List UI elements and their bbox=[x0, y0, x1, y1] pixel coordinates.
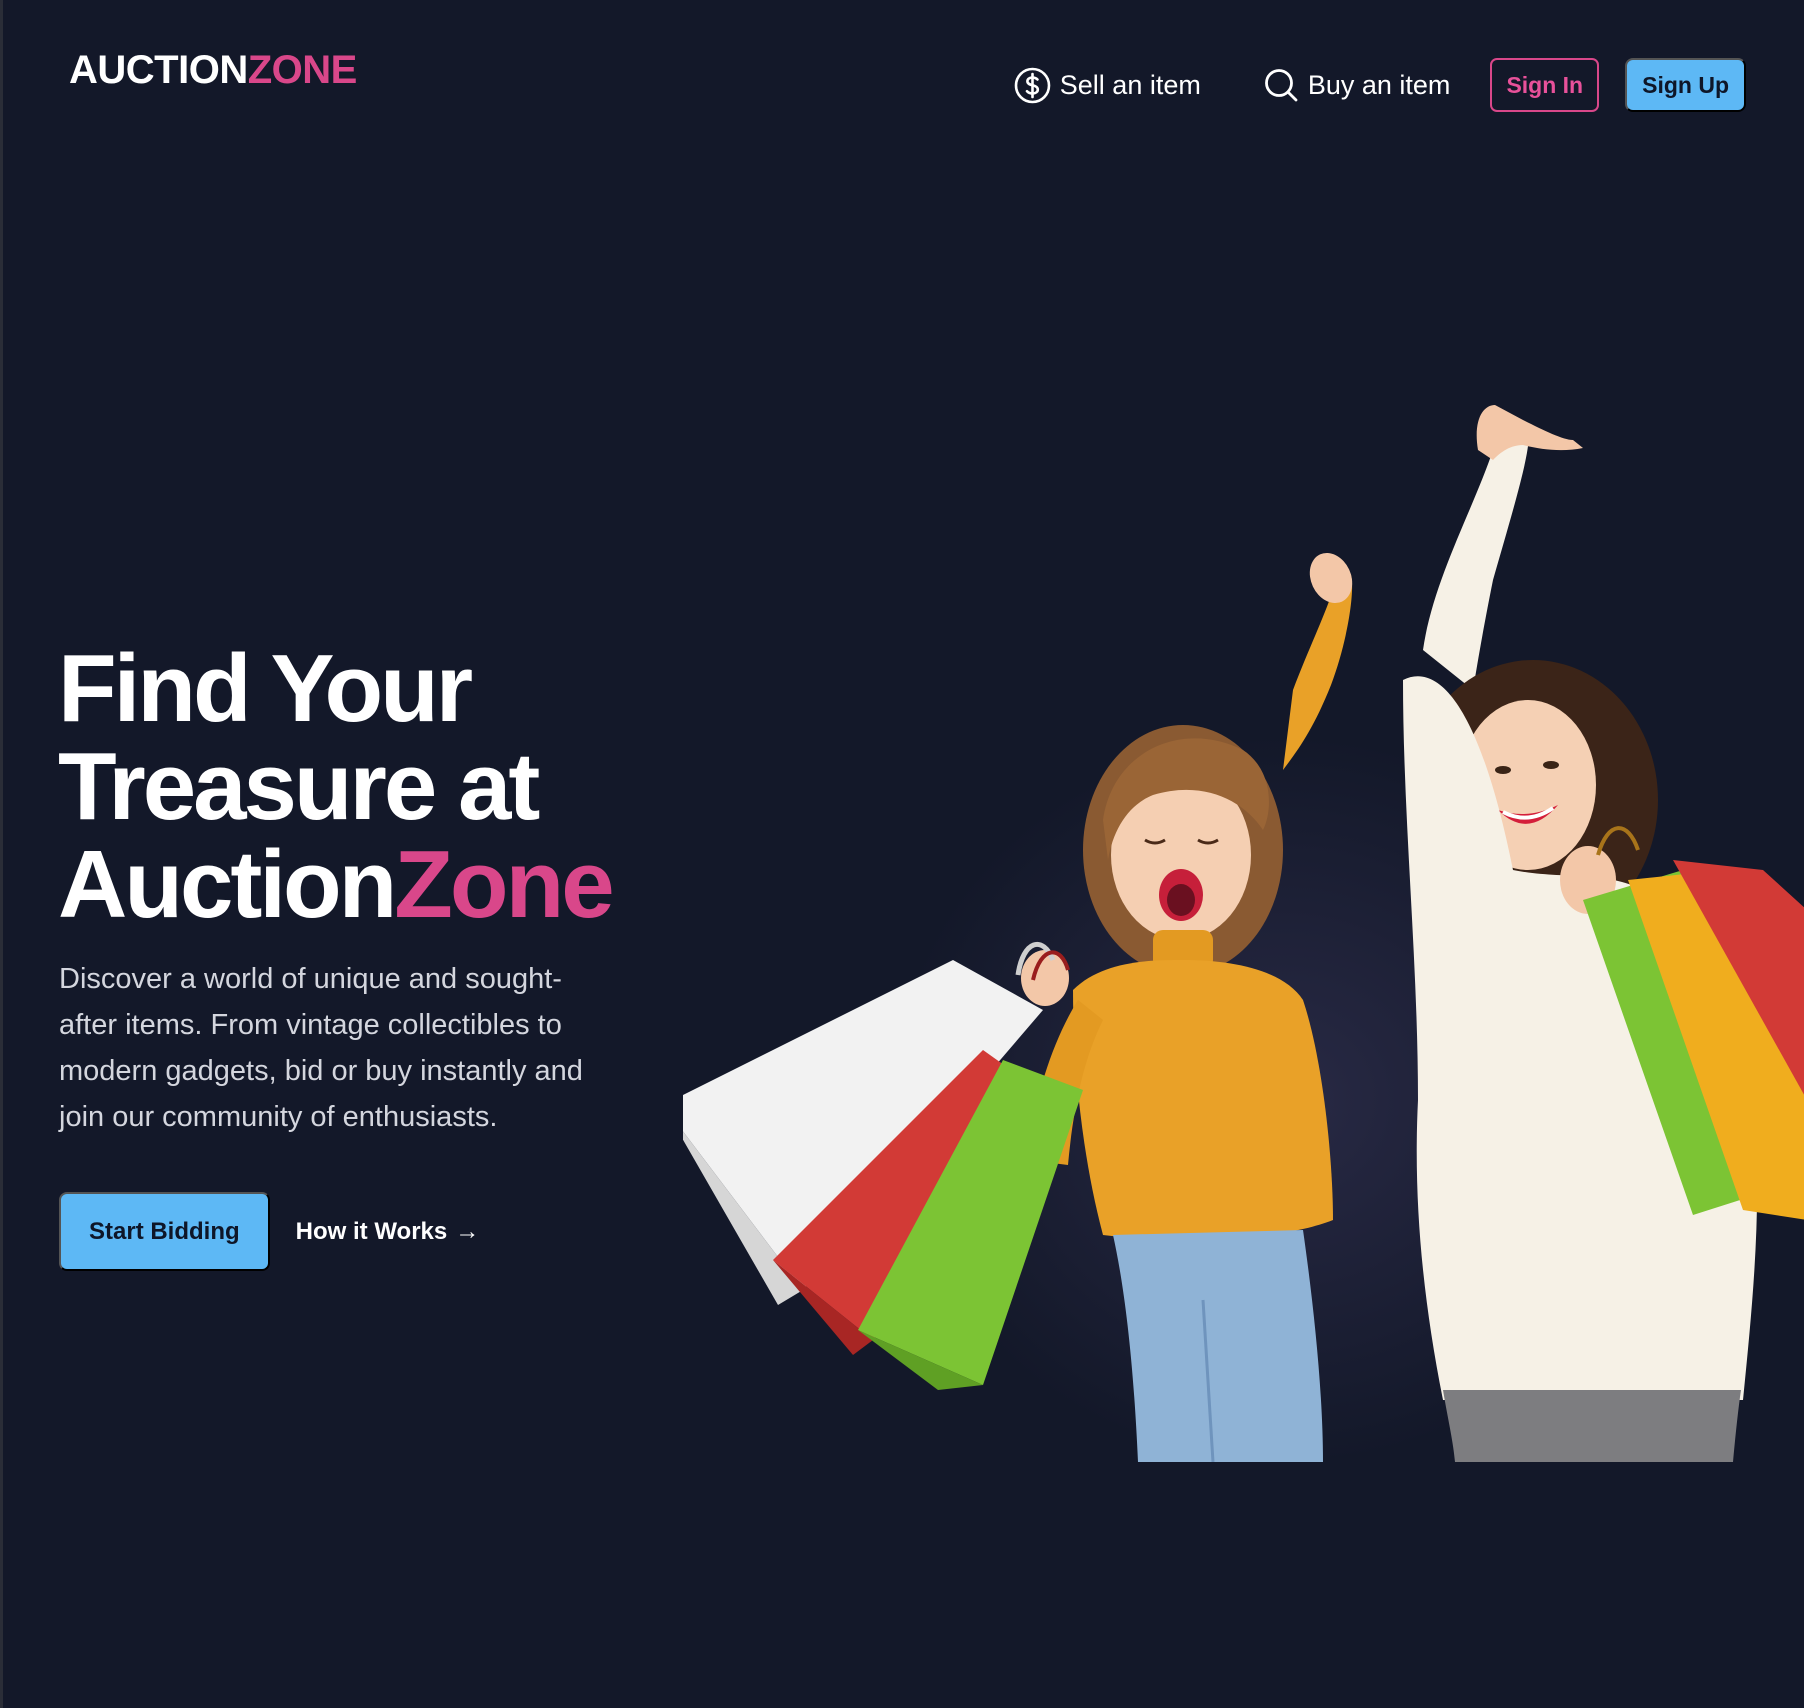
logo-main-text: AUCTION bbox=[69, 48, 248, 92]
hero-title: Find Your Treasure at AuctionZone bbox=[58, 640, 615, 934]
shopping-bags-left bbox=[663, 941, 1083, 1390]
hero-cta-row: Start Bidding How it Works → bbox=[59, 1192, 479, 1271]
top-navigation: Sell an item Buy an item Sign In Sign Up bbox=[1014, 58, 1746, 112]
site-logo[interactable]: AUCTIONZONE bbox=[69, 50, 357, 90]
woman-yellow-sweater bbox=[1021, 552, 1353, 1463]
buy-item-link[interactable]: Buy an item bbox=[1263, 67, 1451, 103]
search-icon bbox=[1263, 67, 1299, 103]
start-bidding-button[interactable]: Start Bidding bbox=[59, 1192, 270, 1271]
hero-description: Discover a world of unique and sought-af… bbox=[59, 963, 583, 1133]
sell-item-label: Sell an item bbox=[1059, 69, 1201, 100]
sell-item-link[interactable]: Sell an item bbox=[1014, 67, 1201, 104]
landing-page: AUCTIONZONE Sell an item Buy an item Sig… bbox=[0, 0, 1804, 1708]
hero-title-line-3-main: Auction bbox=[58, 831, 397, 938]
how-it-works-link[interactable]: How it Works → bbox=[296, 1218, 480, 1246]
hero-title-line-3-accent: Zone bbox=[394, 831, 614, 938]
buy-item-label: Buy an item bbox=[1307, 69, 1451, 100]
hero-shopping-illustration bbox=[663, 400, 1804, 1463]
logo-accent-text: ZONE bbox=[247, 48, 358, 92]
hero-title-line-2: Treasure at bbox=[58, 733, 540, 840]
hero-title-line-1: Find Your bbox=[58, 635, 473, 742]
arrow-right-icon: → bbox=[455, 1217, 480, 1245]
sign-up-button[interactable]: Sign Up bbox=[1625, 58, 1746, 112]
dollar-circle-icon bbox=[1014, 67, 1051, 104]
how-it-works-label: How it Works bbox=[295, 1217, 448, 1245]
sign-in-button[interactable]: Sign In bbox=[1490, 58, 1600, 112]
